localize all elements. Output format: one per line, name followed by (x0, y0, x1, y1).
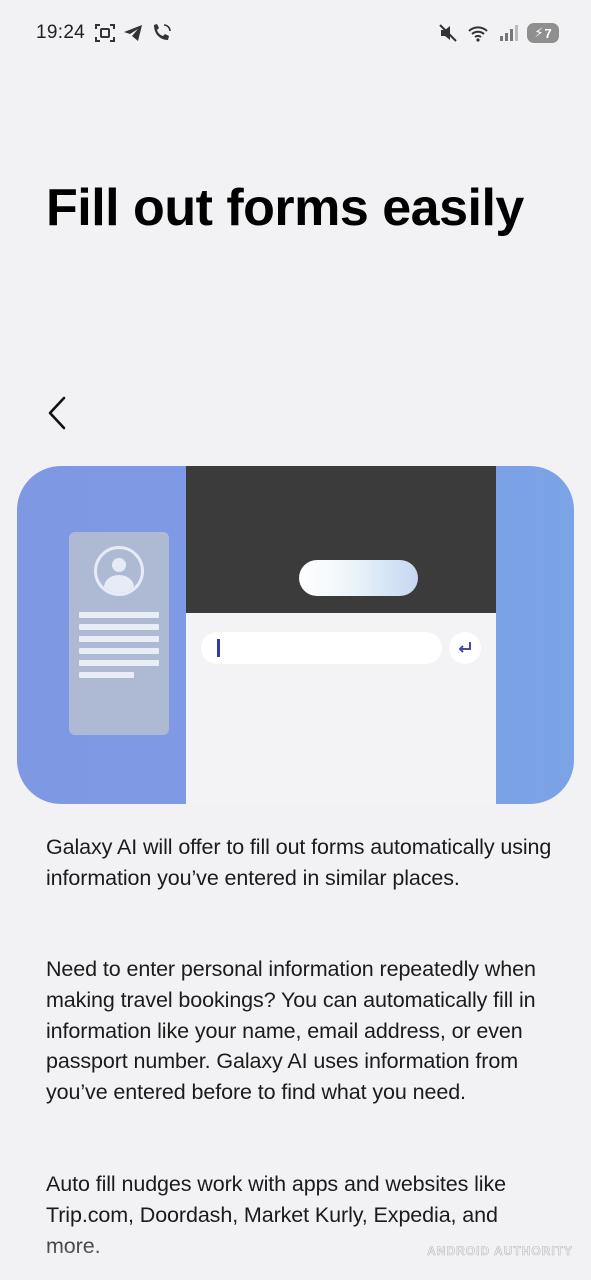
feature-illustration (17, 466, 574, 804)
battery-level: 7 (544, 25, 552, 41)
screenshot-icon (95, 24, 115, 42)
profile-card-lines (79, 612, 159, 684)
status-time: 19:24 (36, 22, 86, 43)
chevron-left-icon (48, 396, 66, 430)
charging-bolt-icon: ⚡ (534, 25, 544, 40)
telegram-icon (124, 25, 142, 41)
avatar-icon (94, 546, 144, 596)
status-icons-right: ⚡ 7 (437, 22, 559, 44)
page-title: Fill out forms easily (46, 179, 524, 237)
signal-icon (500, 25, 518, 41)
text-cursor (217, 639, 220, 657)
wifi-calling-icon (154, 24, 171, 40)
battery-icon: ⚡ 7 (527, 23, 559, 43)
status-bar: 19:24 ⚡ 7 (0, 0, 591, 70)
back-button[interactable] (40, 392, 80, 436)
status-icons-left (94, 22, 172, 44)
enter-key-icon (449, 632, 481, 664)
watermark-logo: ANDROID AUTHORITY (427, 1244, 573, 1259)
description-paragraph-2: Need to enter personal information repea… (46, 957, 536, 1105)
mute-icon (439, 24, 457, 42)
profile-card (69, 532, 169, 735)
autofill-suggestion-pill (299, 560, 418, 596)
form-input-field (201, 632, 442, 664)
wifi-icon (468, 26, 488, 42)
description-paragraph-1: Galaxy AI will offer to fill out forms a… (46, 835, 552, 890)
screen: 19:24 ⚡ 7 Fill out forms easily Galaxy A… (0, 0, 591, 1280)
